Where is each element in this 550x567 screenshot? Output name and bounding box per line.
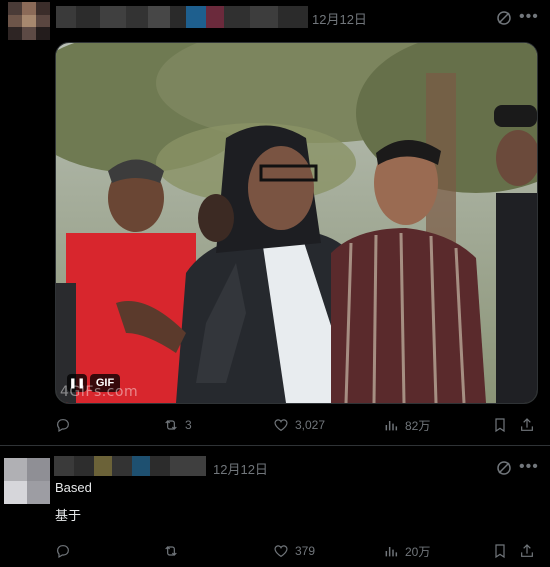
bookmark-icon [495, 418, 505, 433]
like-count: 3,027 [295, 418, 326, 432]
repost-icon [165, 420, 177, 430]
reply-avatar[interactable] [4, 458, 50, 504]
share-icon [521, 418, 533, 431]
repost-button[interactable]: 3 [163, 416, 192, 434]
reply-icon [57, 419, 69, 433]
views-button[interactable]: 20万 [383, 542, 430, 560]
post-date[interactable]: 12月12日 [312, 9, 367, 28]
views-chart-icon [385, 421, 398, 431]
repost-button[interactable] [163, 542, 179, 560]
like-button[interactable]: 379 [273, 542, 315, 560]
views-button[interactable]: 82万 [383, 416, 430, 434]
gif-media[interactable] [55, 42, 538, 404]
post-avatar[interactable] [8, 2, 50, 40]
bookmark-button[interactable] [492, 416, 508, 434]
grok-icon[interactable] [496, 10, 512, 28]
like-count: 379 [295, 544, 316, 558]
reply-date[interactable]: 12月12日 [213, 459, 268, 478]
share-icon [521, 544, 533, 557]
more-options-icon[interactable]: ••• [519, 459, 539, 475]
gif-watermark: 4GIFs.com [60, 384, 139, 400]
heart-icon [274, 419, 288, 432]
views-chart-icon [385, 547, 398, 557]
post-divider [0, 445, 550, 446]
share-button[interactable] [519, 542, 535, 560]
share-button[interactable] [519, 416, 535, 434]
grok-icon[interactable] [496, 460, 512, 478]
views-count: 82万 [405, 418, 431, 433]
like-button[interactable]: 3,027 [273, 416, 325, 434]
views-count: 20万 [405, 544, 431, 559]
reply-button[interactable] [55, 416, 71, 434]
bookmark-icon [495, 544, 505, 559]
bookmark-button[interactable] [492, 542, 508, 560]
reply-text-english: Based [55, 480, 92, 495]
reply-button[interactable] [55, 542, 71, 560]
reply-icon [57, 545, 69, 559]
reply-text-translation: 基于 [55, 508, 82, 523]
reply-author-name-blurred[interactable] [54, 456, 206, 476]
more-options-icon[interactable]: ••• [519, 9, 539, 25]
repost-icon [165, 546, 177, 556]
repost-count: 3 [185, 418, 192, 432]
post-author-name-blurred[interactable] [56, 6, 308, 28]
heart-icon [274, 545, 288, 558]
